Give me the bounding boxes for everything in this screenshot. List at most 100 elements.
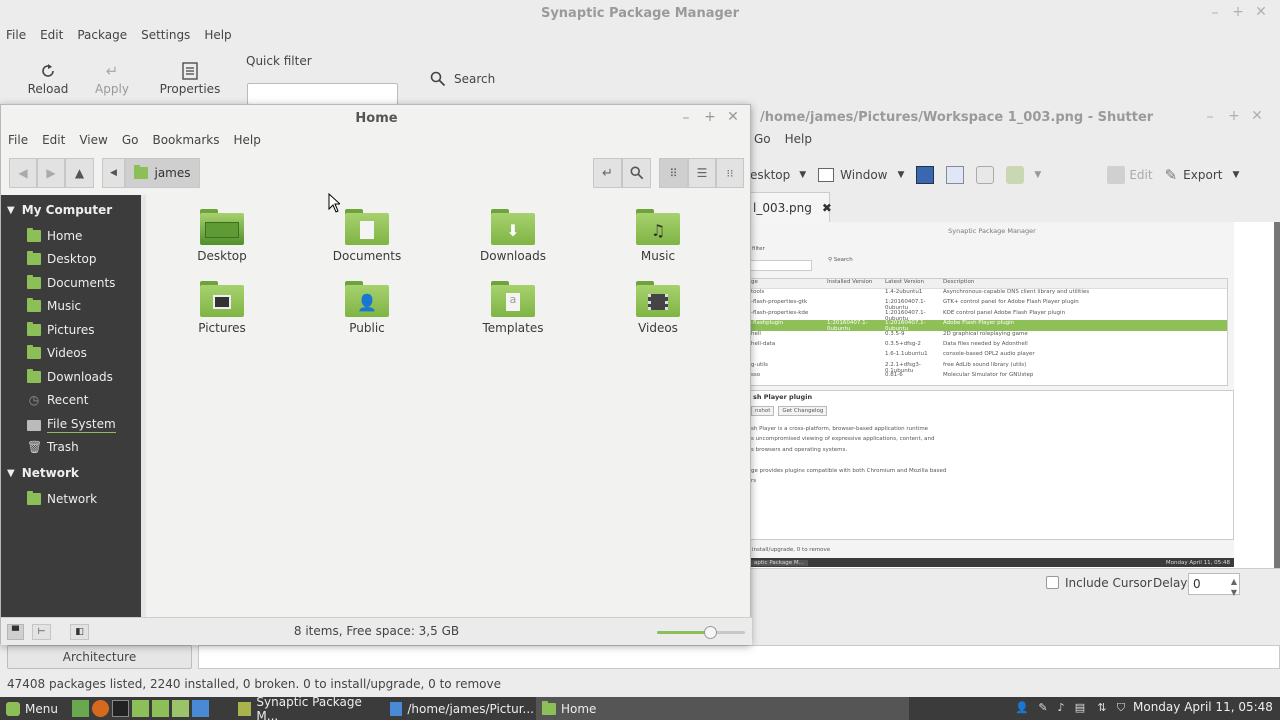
- files-icon[interactable]: [132, 700, 149, 717]
- menu-go[interactable]: Go: [122, 133, 139, 147]
- menu-button[interactable]: Menu: [0, 697, 66, 720]
- close-icon[interactable]: ✕: [1250, 108, 1264, 124]
- folder-pictures[interactable]: Pictures: [162, 281, 282, 335]
- list-view-button[interactable]: ☰: [688, 158, 716, 188]
- task-shutter[interactable]: /home/james/Pictur...: [384, 697, 534, 720]
- folder-desktop[interactable]: Desktop: [162, 209, 282, 263]
- menu-edit[interactable]: Edit: [40, 28, 63, 42]
- properties-button[interactable]: Properties: [160, 60, 220, 96]
- reload-button[interactable]: Reload: [28, 60, 68, 96]
- network-status-icon[interactable]: ⇅: [1095, 701, 1109, 715]
- terminal-icon[interactable]: [112, 700, 129, 717]
- zoom-slider-handle[interactable]: [703, 626, 717, 639]
- quick-filter-input[interactable]: [247, 83, 398, 105]
- menu-file[interactable]: File: [6, 28, 26, 42]
- zoom-slider[interactable]: [657, 626, 745, 639]
- search-button[interactable]: [622, 158, 651, 188]
- user-icon[interactable]: 👤: [1015, 701, 1029, 715]
- icon-view-button[interactable]: ⠿: [659, 158, 688, 188]
- menu-go[interactable]: Go: [754, 132, 771, 146]
- pen-icon[interactable]: ✎: [1036, 701, 1050, 715]
- sidebar-item-network[interactable]: Network: [27, 491, 97, 506]
- sidebar-item-documents[interactable]: Documents: [27, 275, 115, 290]
- minimize-icon[interactable]: –: [679, 110, 693, 126]
- chevron-down-icon[interactable]: ▼: [1232, 170, 1239, 180]
- sidebar-item-file-system[interactable]: File System: [27, 417, 116, 433]
- menu-view[interactable]: View: [79, 133, 107, 147]
- close-icon[interactable]: ✕: [1254, 4, 1268, 20]
- software-icon[interactable]: [172, 700, 189, 717]
- sidebar-item-home[interactable]: Home: [27, 228, 82, 243]
- folder-videos[interactable]: Videos: [598, 281, 718, 335]
- export-button[interactable]: Export: [1183, 168, 1222, 182]
- network-header[interactable]: ▼ Network: [7, 466, 79, 480]
- menu-help[interactable]: Help: [204, 28, 231, 42]
- chevron-down-icon[interactable]: ▼: [1034, 170, 1041, 180]
- sidebar-splitter[interactable]: [141, 195, 146, 617]
- sidebar-item-videos[interactable]: Videos: [27, 345, 87, 360]
- menu-edit[interactable]: Edit: [42, 133, 65, 147]
- menu-help[interactable]: Help: [785, 132, 812, 146]
- maximize-icon[interactable]: +: [1227, 108, 1241, 124]
- minimize-icon[interactable]: –: [1203, 109, 1217, 125]
- close-icon[interactable]: ✕: [726, 109, 740, 125]
- menu-package[interactable]: Package: [77, 28, 127, 42]
- folder-downloads[interactable]: ⬇ Downloads: [453, 209, 573, 263]
- toggle-location-button[interactable]: ↵: [593, 158, 622, 188]
- chevron-down-icon[interactable]: ▼: [799, 170, 806, 180]
- delay-input[interactable]: 0 ▲ ▼: [1188, 573, 1240, 597]
- sidebar-item-trash[interactable]: 🗑 Trash: [27, 440, 79, 454]
- path-scroll-left-button[interactable]: ◀: [102, 158, 125, 188]
- folder-music[interactable]: ♫ Music: [598, 209, 718, 263]
- spin-down-icon[interactable]: ▼: [1231, 583, 1237, 603]
- window-button[interactable]: Window: [840, 168, 887, 182]
- apply-button[interactable]: ↵ Apply: [92, 60, 132, 96]
- clock[interactable]: Monday April 11, 05:48: [1133, 700, 1273, 714]
- folder-templates[interactable]: a Templates: [453, 281, 573, 335]
- upload-icon[interactable]: [1006, 166, 1025, 184]
- menu-bookmarks[interactable]: Bookmarks: [152, 133, 219, 147]
- search-button[interactable]: Search: [430, 71, 495, 87]
- sidebar-item-music[interactable]: Music: [27, 298, 81, 313]
- task-home[interactable]: Home: [536, 697, 909, 720]
- menu-settings[interactable]: Settings: [141, 28, 190, 42]
- text-editor-icon[interactable]: [152, 700, 169, 717]
- architecture-button[interactable]: Architecture: [7, 645, 192, 669]
- menu-help[interactable]: Help: [234, 133, 261, 147]
- close-tab-icon[interactable]: ✖: [822, 201, 832, 215]
- menu-file[interactable]: File: [8, 133, 28, 147]
- maximize-icon[interactable]: +: [703, 109, 717, 125]
- folder-documents[interactable]: Documents: [307, 209, 427, 263]
- compact-view-button[interactable]: ⁝⁝: [716, 158, 744, 188]
- task-synaptic[interactable]: Synaptic Package M...: [232, 695, 382, 720]
- screenshot-preview: Synaptic Package Manager filter ⚲ Search…: [750, 222, 1280, 568]
- web-capture-icon[interactable]: [976, 166, 995, 184]
- tooltip-capture-icon[interactable]: [946, 166, 965, 184]
- desktop-button[interactable]: esktop: [750, 168, 790, 182]
- shield-icon[interactable]: ⛉: [1114, 701, 1128, 715]
- sidebar-item-downloads[interactable]: Downloads: [27, 369, 113, 384]
- sidebar-item-recent[interactable]: ◷ Recent: [27, 393, 89, 407]
- sidebar-item-pictures[interactable]: Pictures: [27, 322, 95, 337]
- menu-capture-icon[interactable]: [916, 166, 935, 184]
- my-computer-header[interactable]: ▼ My Computer: [7, 203, 112, 217]
- thumb-detail: sh Player plugin nshot Get Changelog sh …: [750, 390, 1234, 540]
- sidebar-item-desktop[interactable]: Desktop: [27, 251, 97, 266]
- image-tab[interactable]: l_003.png ✖: [750, 192, 832, 222]
- chevron-down-icon[interactable]: ▼: [898, 170, 905, 180]
- include-cursor-checkbox[interactable]: [1046, 576, 1059, 589]
- back-button[interactable]: ◀: [9, 158, 37, 188]
- folder-public[interactable]: 👤 Public: [307, 281, 427, 335]
- path-button-james[interactable]: james: [125, 158, 200, 188]
- up-button[interactable]: ▲: [65, 158, 94, 188]
- reload-icon: [39, 60, 57, 82]
- forward-button[interactable]: ▶: [37, 158, 65, 188]
- maximize-icon[interactable]: +: [1231, 4, 1245, 20]
- shutter-launcher-icon[interactable]: [192, 700, 209, 717]
- show-desktop-icon[interactable]: [72, 700, 89, 717]
- edit-button[interactable]: Edit: [1129, 168, 1152, 182]
- firefox-icon[interactable]: [92, 700, 109, 717]
- clipboard-icon[interactable]: ▤: [1073, 701, 1087, 715]
- volume-icon[interactable]: ♪: [1054, 701, 1068, 715]
- minimize-icon[interactable]: –: [1208, 5, 1222, 21]
